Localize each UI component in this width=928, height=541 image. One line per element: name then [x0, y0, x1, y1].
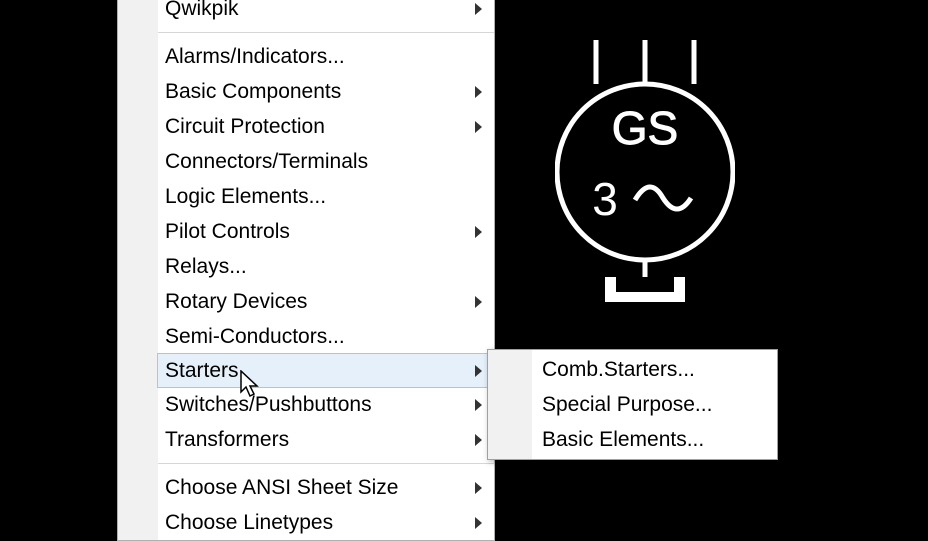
chevron-right-icon — [475, 482, 482, 494]
menu-item-label: Pilot Controls — [165, 220, 290, 244]
menu-item-label: Choose ANSI Sheet Size — [165, 476, 398, 500]
menu-item-choose-ansi-sheet-size[interactable]: Choose ANSI Sheet Size — [158, 470, 494, 505]
menu-item-choose-linetypes[interactable]: Choose Linetypes — [158, 505, 494, 540]
chevron-right-icon — [475, 399, 482, 411]
menu-item-semi-conductors[interactable]: Semi-Conductors... — [158, 319, 494, 354]
submenu-item-label: Basic Elements... — [542, 428, 704, 452]
chevron-right-icon — [475, 517, 482, 529]
svg-text:3: 3 — [592, 173, 618, 225]
chevron-right-icon — [475, 121, 482, 133]
menu-item-label: Basic Components — [165, 80, 341, 104]
menu-item-label: Rotary Devices — [165, 290, 307, 314]
menu-item-label: Qwikpik — [165, 0, 239, 21]
menu-item-connectors-terminals[interactable]: Connectors/Terminals — [158, 144, 494, 179]
submenu-item-basic-elements[interactable]: Basic Elements... — [532, 422, 777, 457]
chevron-right-icon — [475, 434, 482, 446]
menu-item-label: Switches/Pushbuttons — [165, 393, 372, 417]
menu-item-relays[interactable]: Relays... — [158, 249, 494, 284]
menu-item-basic-components[interactable]: Basic Components — [158, 74, 494, 109]
chevron-right-icon — [475, 365, 482, 377]
menu-item-label: Semi-Conductors... — [165, 325, 345, 349]
menu-item-rotary-devices[interactable]: Rotary Devices — [158, 284, 494, 319]
menu-item-label: Logic Elements... — [165, 185, 326, 209]
menu-item-label: Transformers — [165, 428, 289, 452]
chevron-right-icon — [475, 296, 482, 308]
chevron-right-icon — [475, 86, 482, 98]
submenu-item-comb-starters[interactable]: Comb.Starters... — [532, 352, 777, 387]
menu-item-pilot-controls[interactable]: Pilot Controls — [158, 214, 494, 249]
menu-item-label: Relays... — [165, 255, 247, 279]
submenu-item-label: Special Purpose... — [542, 393, 712, 417]
menu-item-starters[interactable]: Starters — [157, 353, 495, 388]
menu-item-label: Alarms/Indicators... — [165, 45, 345, 69]
menu-separator — [158, 463, 494, 464]
menu-item-label: Starters — [165, 359, 239, 383]
chevron-right-icon — [475, 226, 482, 238]
context-menu: Qwikpik Alarms/Indicators... Basic Compone… — [117, 0, 495, 541]
menu-item-label: Choose Linetypes — [165, 511, 333, 535]
starters-submenu: Comb.Starters... Special Purpose... Basic … — [487, 349, 778, 460]
menu-item-circuit-protection[interactable]: Circuit Protection — [158, 109, 494, 144]
menu-separator — [158, 32, 494, 33]
symbol-preview: GS 3 — [555, 40, 735, 320]
menu-item-qwikpik[interactable]: Qwikpik — [158, 0, 494, 26]
chevron-right-icon — [475, 3, 482, 15]
menu-item-alarms-indicators[interactable]: Alarms/Indicators... — [158, 39, 494, 74]
menu-item-logic-elements[interactable]: Logic Elements... — [158, 179, 494, 214]
submenu-item-special-purpose[interactable]: Special Purpose... — [532, 387, 777, 422]
menu-item-label: Circuit Protection — [165, 115, 325, 139]
menu-item-label: Connectors/Terminals — [165, 150, 368, 174]
submenu-item-label: Comb.Starters... — [542, 358, 695, 382]
menu-item-transformers[interactable]: Transformers — [158, 422, 494, 457]
menu-item-switches-pushbuttons[interactable]: Switches/Pushbuttons — [158, 387, 494, 422]
svg-text:GS: GS — [612, 102, 678, 154]
